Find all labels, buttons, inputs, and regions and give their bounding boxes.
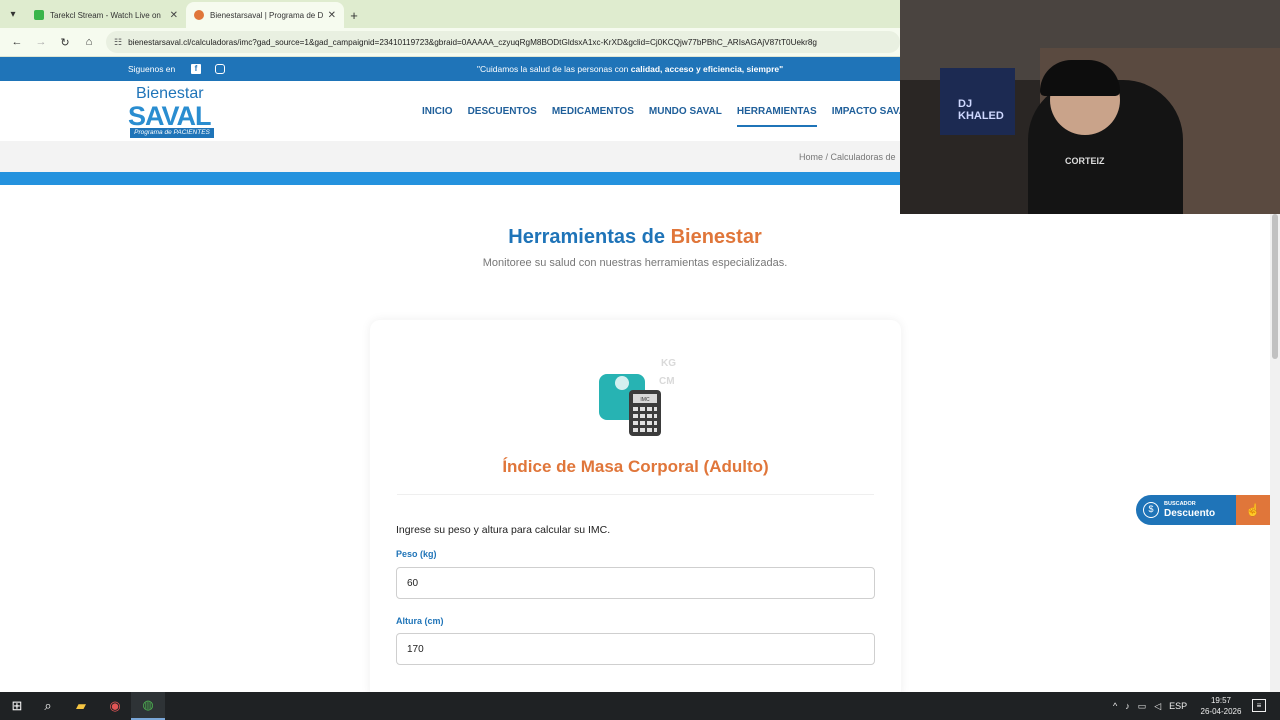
nav-medicamentos[interactable]: MEDICAMENTOS — [552, 106, 634, 117]
site-slogan: "Cuidamos la salud de las personas con c… — [477, 64, 783, 74]
browser-tab-stream[interactable]: Tarekcl Stream - Watch Live on ✕ — [26, 2, 186, 28]
blue-divider-bar — [0, 172, 900, 185]
kick-favicon-icon — [34, 10, 44, 20]
taskbar-clock[interactable]: 19:57 26-04-2026 — [1196, 695, 1246, 717]
page-subtitle: Monitoree su salud con nuestras herramie… — [482, 257, 788, 269]
scrollbar-thumb[interactable] — [1272, 214, 1278, 359]
icon-kg-label: KG — [661, 358, 676, 369]
page-scrollbar[interactable] — [1270, 214, 1280, 692]
browser-toolbar: ← → ↻ ⌂ ☷ bienestarsaval.cl/calculadoras… — [0, 28, 900, 57]
discount-big-label: Descuento — [1164, 508, 1216, 519]
windows-taskbar: ⊞ ⌕ ▰ ◉ ◍ ^ ♪ ▭ ◁ ESP 19:57 26-04-2026 ≡ — [0, 692, 1280, 720]
site-info-icon[interactable]: ☷ — [114, 37, 122, 48]
nav-inicio[interactable]: INICIO — [422, 106, 453, 117]
chrome-icon[interactable]: ◍ — [131, 692, 165, 720]
url-text: bienestarsaval.cl/calculadoras/imc?gad_s… — [128, 37, 817, 47]
weight-label: Peso (kg) — [396, 549, 437, 559]
notification-icon[interactable]: ≡ — [1252, 699, 1266, 712]
page-title-main: Herramientas de — [508, 226, 666, 248]
nav-herramientas[interactable]: HERRAMIENTAS — [736, 106, 817, 127]
follow-label: Siguenos en — [128, 64, 176, 74]
icon-cm-label: CM — [659, 376, 675, 387]
volume-icon[interactable]: ◁ — [1154, 701, 1161, 712]
breadcrumb[interactable]: Home / Calculadoras de — [799, 152, 896, 162]
page-title: Herramientas de Bienestar — [0, 226, 1270, 249]
page-title-accent: Bienestar — [670, 226, 762, 248]
card-divider — [397, 494, 874, 495]
search-icon[interactable]: ⌕ — [31, 692, 65, 720]
icon-imc-label: IMC — [640, 397, 650, 403]
webcam-poster: DJ KHALED — [940, 68, 1015, 135]
main-menu: INICIO DESCUENTOS MEDICAMENTOS MUNDO SAV… — [422, 81, 949, 141]
height-input[interactable]: 170 — [396, 633, 875, 665]
height-label: Altura (cm) — [396, 616, 444, 626]
site-top-strip: Siguenos en f "Cuidamos la salud de las … — [0, 57, 900, 81]
scale-calculator-icon: IMC KG CM — [599, 358, 676, 436]
hand-pointer-icon: ☝ — [1236, 495, 1270, 525]
tab-close-icon[interactable]: ✕ — [170, 10, 178, 21]
nav-mundo-saval[interactable]: MUNDO SAVAL — [649, 106, 722, 117]
webcam-overlay: DJ KHALED CORTEIZ — [900, 0, 1280, 214]
tab-title: Bienestarsaval | Programa de D — [210, 10, 324, 20]
facebook-icon[interactable]: f — [191, 64, 201, 74]
nav-descuentos[interactable]: DESCUENTOS — [468, 106, 537, 117]
bienestar-saval-logo[interactable]: Bienestar SAVAL Programa de PACIENTES — [128, 85, 218, 140]
browser-tab-bienestar[interactable]: Bienestarsaval | Programa de D ✕ — [186, 2, 344, 28]
weight-input[interactable]: 60 — [396, 567, 875, 599]
slogan-prefix: "Cuidamos la salud de las personas con — [477, 64, 629, 74]
shirt-text: CORTEIZ — [1065, 156, 1105, 166]
language-indicator[interactable]: ESP — [1169, 701, 1187, 711]
windows-start-icon[interactable]: ⊞ — [0, 692, 34, 720]
network-icon[interactable]: ▭ — [1138, 701, 1147, 712]
tab-close-icon[interactable]: ✕ — [328, 10, 336, 21]
clock-date: 26-04-2026 — [1200, 707, 1242, 716]
calculator-title: Índice de Masa Corporal (Adulto) — [502, 457, 769, 476]
obs-icon[interactable]: ◉ — [98, 692, 132, 720]
slogan-bold: calidad, acceso y eficiencia, siempre" — [630, 64, 784, 74]
site-header: Bienestar SAVAL Programa de PACIENTES IN… — [0, 81, 934, 141]
dollar-coin-icon: $ — [1143, 502, 1159, 518]
saval-favicon-icon — [194, 10, 204, 20]
reload-button[interactable]: ↻ — [54, 31, 76, 53]
poster-text: DJ KHALED — [958, 98, 1004, 122]
microphone-icon[interactable]: ♪ — [1125, 701, 1130, 711]
imc-calculator-card: IMC KG CM Índice de Masa Corporal (Adult… — [370, 320, 901, 700]
file-explorer-icon[interactable]: ▰ — [64, 692, 98, 720]
instagram-icon[interactable] — [215, 64, 225, 74]
tab-search-button[interactable]: ▾ — [0, 0, 26, 28]
browser-tab-strip: ▾ Tarekcl Stream - Watch Live on ✕ Biene… — [0, 0, 900, 28]
system-tray: ^ ♪ ▭ ◁ ESP — [1113, 692, 1187, 720]
tab-title: Tarekcl Stream - Watch Live on — [50, 10, 161, 20]
calculator-intro: Ingrese su peso y altura para calcular s… — [396, 524, 611, 536]
back-button[interactable]: ← — [6, 31, 28, 53]
home-button[interactable]: ⌂ — [78, 31, 100, 53]
address-bar[interactable]: ☷ bienestarsaval.cl/calculadoras/imc?gad… — [106, 31, 900, 53]
logo-line3: Programa de PACIENTES — [130, 128, 214, 138]
height-value: 170 — [407, 643, 424, 655]
discount-finder-button[interactable]: $ BUSCADOR Descuento ☝ — [1136, 495, 1270, 525]
weight-value: 60 — [407, 577, 419, 589]
tray-chevron-icon[interactable]: ^ — [1113, 701, 1117, 711]
new-tab-button[interactable]: + — [344, 2, 364, 28]
clock-time: 19:57 — [1210, 696, 1232, 705]
forward-button[interactable]: → — [30, 31, 52, 53]
breadcrumb-bar: Home / Calculadoras de — [0, 141, 900, 172]
discount-small-label: BUSCADOR — [1164, 501, 1196, 507]
